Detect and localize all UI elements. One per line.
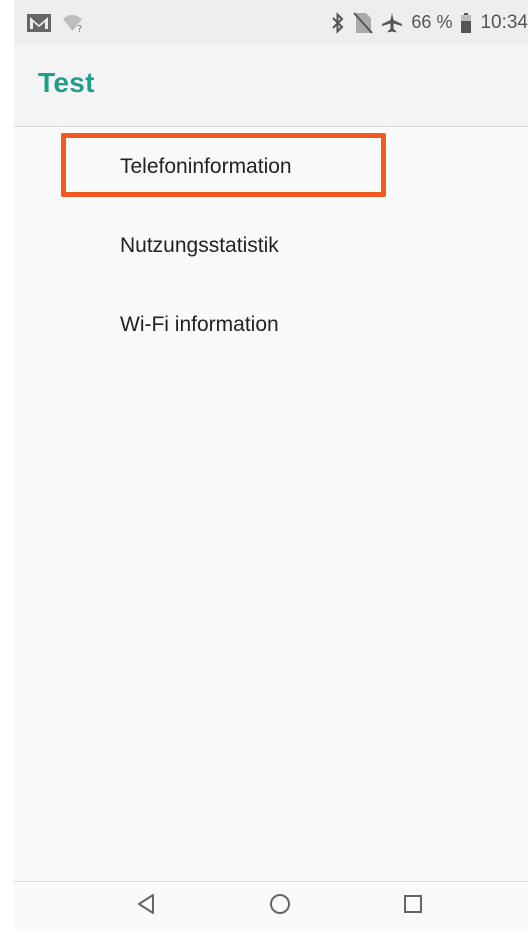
page-title: Test: [38, 67, 95, 98]
status-left: ?: [26, 13, 86, 33]
app-bar: Test: [14, 45, 528, 127]
menu-item-wifi-information[interactable]: Wi-Fi information: [14, 285, 528, 364]
menu-list: Telefoninformation Nutzungsstatistik Wi-…: [14, 127, 528, 364]
home-icon: [269, 893, 291, 920]
bluetooth-icon: [331, 11, 345, 34]
svg-text:?: ?: [77, 24, 82, 33]
home-button[interactable]: [268, 893, 292, 920]
wifi-question-icon: ?: [62, 13, 86, 33]
airplane-icon: [381, 12, 403, 34]
gmail-icon: [26, 13, 52, 33]
menu-item-nutzungsstatistik[interactable]: Nutzungsstatistik: [14, 206, 528, 285]
back-button[interactable]: [134, 893, 158, 920]
menu-item-telefoninformation[interactable]: Telefoninformation: [14, 127, 528, 206]
clock: 10:34: [480, 11, 528, 33]
status-bar: ? 66 % 10:34: [14, 0, 528, 45]
recents-icon: [403, 894, 423, 919]
navigation-bar: [14, 881, 528, 929]
menu-item-label: Wi-Fi information: [120, 312, 279, 336]
menu-item-label: Telefoninformation: [120, 154, 292, 178]
recents-button[interactable]: [401, 894, 425, 918]
no-sim-icon: [353, 11, 374, 34]
back-icon: [136, 893, 156, 920]
battery-percent: 66 %: [411, 12, 453, 32]
status-right: 66 % 10:34: [331, 12, 528, 34]
battery-icon: [460, 12, 472, 34]
menu-item-label: Nutzungsstatistik: [120, 233, 279, 257]
